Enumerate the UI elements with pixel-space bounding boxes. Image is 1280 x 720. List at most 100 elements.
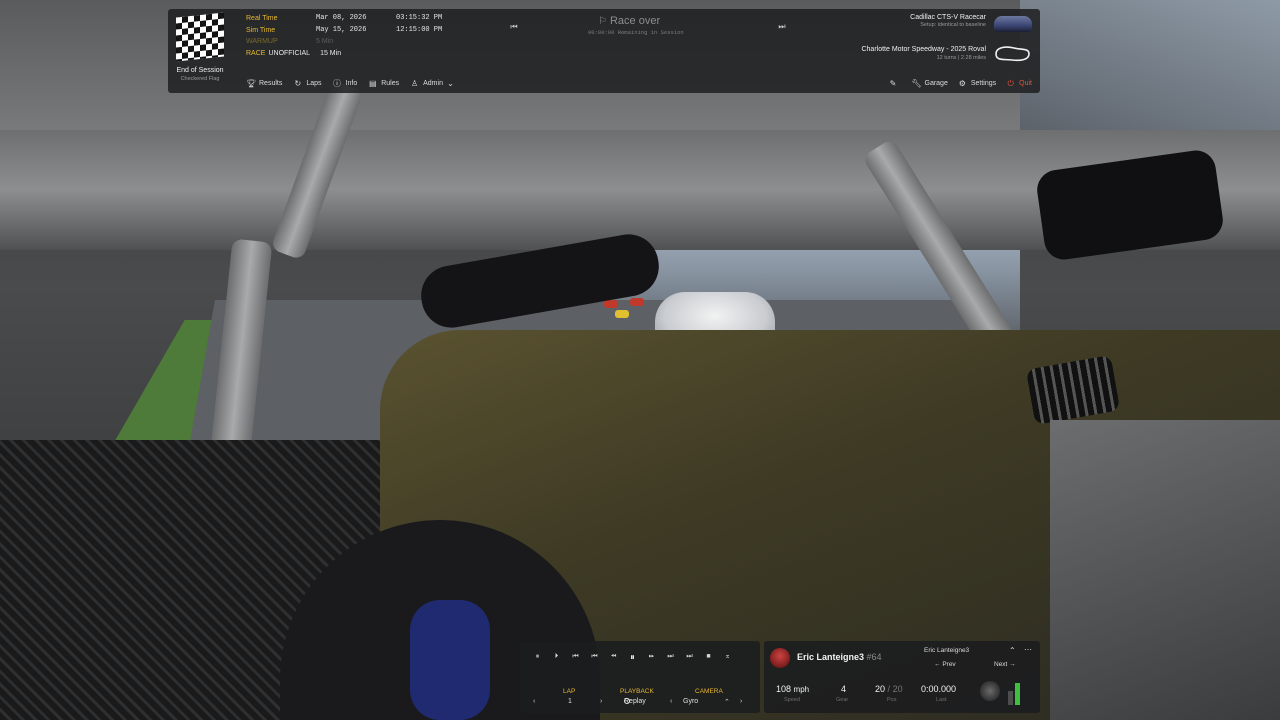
race-over-title: ⚐ Race over bbox=[598, 15, 660, 27]
nav-label: Settings bbox=[970, 80, 997, 87]
track-info: Charlotte Motor Speedway - 2025 Roval 12… bbox=[861, 46, 1032, 62]
fast-forward-icon[interactable]: ⏩︎ bbox=[642, 650, 661, 664]
time-label: Real Time bbox=[246, 15, 278, 22]
trophy-icon: 🏆︎ bbox=[246, 79, 257, 88]
nav-rules[interactable]: ▤ Rules bbox=[368, 79, 399, 88]
session-center-status: ⏮ ⚐ Race over 00:00:00 Remaining in Sessi… bbox=[508, 13, 788, 43]
warmup-label: WARMUP bbox=[246, 38, 278, 45]
time-row: Real Time Mar 08, 2026 03:15:32 PM bbox=[246, 13, 442, 25]
time-date: May 15, 2026 bbox=[316, 25, 367, 34]
lap-prev-icon[interactable]: ‹ bbox=[533, 698, 535, 705]
nav-label: Admin bbox=[423, 80, 443, 87]
nav-label: Garage bbox=[924, 80, 948, 87]
nav-garage[interactable]: 🔧︎ Garage bbox=[912, 79, 948, 88]
gear-label: Gear bbox=[836, 697, 849, 703]
door-panel bbox=[1050, 420, 1280, 720]
nav-label: Quit bbox=[1019, 80, 1032, 87]
time-row: Sim Time May 15, 2026 12:15:00 PM bbox=[246, 25, 442, 37]
more-icon[interactable]: ⋯ bbox=[1024, 645, 1032, 654]
playback-value: Replay bbox=[624, 698, 646, 705]
session-status: End of Session bbox=[176, 67, 224, 74]
previous-icon[interactable]: ⏮ bbox=[585, 650, 604, 664]
position-divider: / bbox=[887, 684, 891, 694]
session-flag-label: Checkered Flag bbox=[180, 76, 220, 82]
prev-label: Prev bbox=[942, 661, 956, 668]
chevron-down-icon: ⌄ bbox=[447, 79, 454, 88]
lap-value: 1 bbox=[568, 698, 572, 705]
gear-value: 4 bbox=[841, 684, 847, 694]
driver-number: #64 bbox=[866, 652, 882, 662]
avatar bbox=[770, 648, 790, 668]
last-lap-label: Last bbox=[936, 697, 947, 703]
frame-back-icon[interactable]: ⏵︎ bbox=[547, 650, 566, 664]
prev-driver-button[interactable]: ← Prev bbox=[934, 661, 956, 668]
camera-value: Gyro bbox=[683, 698, 699, 705]
session-flag-box: End of Session Checkered Flag bbox=[168, 9, 232, 93]
nav-admin[interactable]: ♙ Admin ⌄ bbox=[410, 79, 455, 88]
race-over-text: Race over bbox=[609, 15, 661, 27]
driver-name: Eric Lanteigne3 #64 bbox=[797, 652, 882, 662]
race-value: 15 Min bbox=[320, 49, 342, 57]
edit-button[interactable]: ✎ bbox=[889, 79, 902, 88]
pause-icon[interactable]: ⏸ bbox=[623, 650, 642, 664]
camera-label: CAMERA bbox=[695, 688, 723, 695]
driver-glove bbox=[410, 600, 490, 720]
driver-panel: Eric Lanteigne3 #64 Eric Lanteigne3 ⌃ ⋯ … bbox=[764, 641, 1040, 713]
camera-up-icon[interactable]: ⌃ bbox=[724, 698, 730, 706]
collapse-icon[interactable]: ⌅ bbox=[718, 650, 737, 664]
race-state: UNOFFICIAL bbox=[268, 49, 311, 57]
skip-forward-icon[interactable]: ⏭ bbox=[776, 21, 788, 33]
steering-gauge-icon bbox=[980, 681, 1000, 701]
camera-record-icon[interactable]: ■ bbox=[699, 650, 718, 664]
track-name: Charlotte Motor Speedway - 2025 Roval bbox=[861, 46, 986, 53]
next-driver-button[interactable]: Next → bbox=[994, 661, 1016, 668]
chevron-up-icon[interactable]: ⌃ bbox=[1009, 646, 1016, 655]
last-lap-value: 0:00.000 bbox=[921, 684, 957, 694]
time-clock: 03:15:32 PM bbox=[396, 14, 443, 22]
nav-info[interactable]: ⓘ Info bbox=[333, 79, 358, 88]
playback-values: ‹ 1 › Replay ‹ Gyro ⌃ › bbox=[520, 698, 760, 710]
nav-label: Results bbox=[259, 80, 283, 87]
time-date: Mar 08, 2026 bbox=[316, 14, 367, 22]
position-value: 20 / 20 bbox=[875, 684, 903, 694]
pencil-icon: ✎ bbox=[889, 79, 897, 88]
time-clock: 12:15:00 PM bbox=[396, 25, 443, 34]
driver-name-text: Eric Lanteigne3 bbox=[797, 652, 865, 662]
playback-buttons: ⏸︎ ⏵︎ ⏮︎ ⏮ ⏪︎ ⏸ ⏩︎ ⏭ ⏭︎ ■ ⌅ bbox=[528, 650, 737, 664]
checkered-flag-icon bbox=[176, 12, 224, 62]
step-back-icon[interactable]: ⏸︎ bbox=[528, 650, 547, 664]
position-total: 20 bbox=[892, 684, 903, 694]
nav-label: Info bbox=[345, 80, 358, 87]
skip-end-icon[interactable]: ⏭︎ bbox=[680, 650, 699, 664]
speed-unit: mph bbox=[793, 685, 810, 694]
skip-back-icon[interactable]: ⏮ bbox=[508, 21, 520, 33]
lap-next-icon[interactable]: › bbox=[600, 698, 602, 705]
next-icon[interactable]: ⏭ bbox=[661, 650, 680, 664]
replay-controls: ⏸︎ ⏵︎ ⏮︎ ⏮ ⏪︎ ⏸ ⏩︎ ⏭ ⏭︎ ■ ⌅ LAP PLAYBACK… bbox=[520, 641, 760, 713]
distant-car bbox=[630, 298, 644, 306]
camera-target-select[interactable]: Eric Lanteigne3 bbox=[924, 647, 969, 654]
playback-labels: LAP PLAYBACK CAMERA bbox=[520, 688, 760, 698]
car-thumbnail bbox=[994, 16, 1032, 32]
car-setup: Setup: identical to baseline bbox=[920, 22, 986, 28]
nav-results[interactable]: 🏆︎ Results bbox=[246, 79, 282, 88]
info-icon: ⓘ bbox=[333, 79, 342, 88]
race-label: RACE bbox=[246, 49, 266, 57]
session-nav-right: ✎ 🔧︎ Garage ⚙ Settings ⏻ Quit bbox=[879, 79, 1032, 88]
camera-prev-icon[interactable]: ‹ bbox=[670, 698, 672, 705]
skip-start-icon[interactable]: ⏮︎ bbox=[566, 650, 585, 664]
lap-label: LAP bbox=[563, 688, 576, 695]
camera-next-icon[interactable]: › bbox=[740, 698, 742, 705]
next-label: Next bbox=[994, 661, 1008, 668]
car-info: Cadillac CTS-V Racecar Setup: identical … bbox=[910, 14, 1032, 32]
position-label: Pos bbox=[887, 697, 897, 703]
brake-bar bbox=[1008, 691, 1013, 705]
quit-button[interactable]: ⏻ Quit bbox=[1006, 79, 1032, 88]
session-header: End of Session Checkered Flag Real Time … bbox=[168, 9, 1040, 93]
wrench-icon: 🔧︎ bbox=[911, 79, 922, 88]
nav-settings[interactable]: ⚙ Settings bbox=[958, 79, 996, 88]
rewind-icon[interactable]: ⏪︎ bbox=[604, 650, 623, 664]
nav-label: Laps bbox=[306, 80, 322, 87]
nav-laps[interactable]: ↻ Laps bbox=[293, 79, 321, 88]
distant-car bbox=[604, 300, 618, 308]
